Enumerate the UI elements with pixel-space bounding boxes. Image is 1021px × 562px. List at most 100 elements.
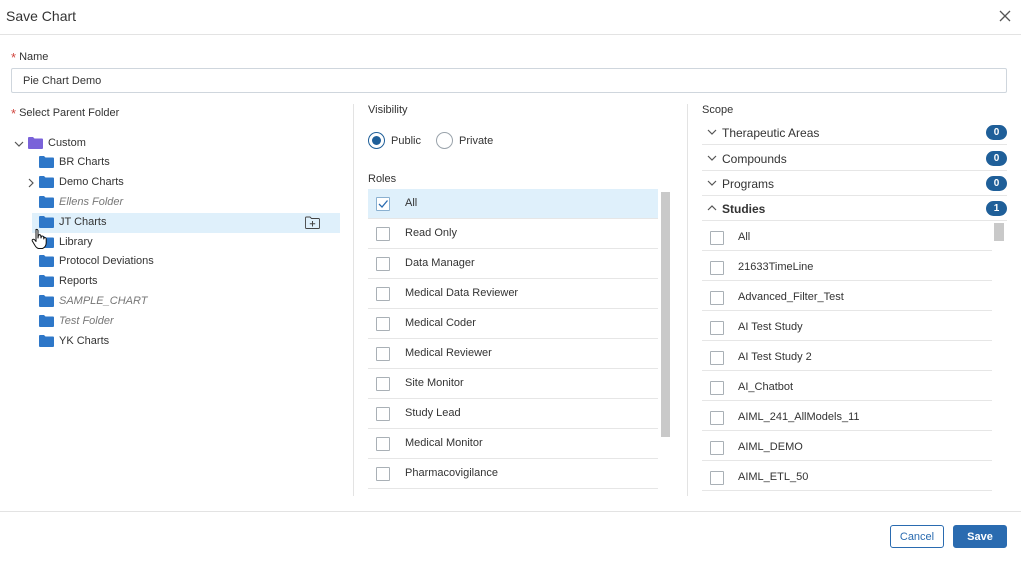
chevron-down-icon[interactable] (706, 126, 718, 138)
folder-icon (39, 334, 54, 347)
tree-item-custom[interactable]: Custom (10, 134, 340, 154)
study-checkbox[interactable] (710, 261, 724, 275)
name-label: * Name (11, 48, 49, 65)
tree-item-reports[interactable]: Reports (10, 272, 340, 292)
tree-item-demo-charts[interactable]: Demo Charts (10, 173, 340, 193)
role-label: Medical Reviewer (405, 347, 492, 359)
folder-icon (39, 155, 54, 168)
count-badge: 0 (986, 125, 1007, 140)
tree-item-ellens-folder[interactable]: Ellens Folder (10, 193, 340, 213)
role-checkbox[interactable] (376, 467, 390, 481)
role-checkbox[interactable] (376, 197, 390, 211)
dialog-title: Save Chart (6, 8, 77, 24)
study-row[interactable]: AIML_ETL_50 (702, 461, 992, 491)
name-label-text: Name (19, 51, 49, 63)
footer-divider (0, 511, 1021, 512)
chevron-down-icon[interactable] (706, 152, 718, 164)
count-badge: 1 (986, 201, 1007, 216)
study-row[interactable]: AI_Chatbot (702, 371, 992, 401)
study-checkbox[interactable] (710, 231, 724, 245)
scope-label: Scope (702, 104, 734, 116)
role-checkbox[interactable] (376, 347, 390, 361)
role-row-study-lead[interactable]: Study Lead (368, 399, 658, 429)
study-label: AI_Chatbot (738, 381, 794, 393)
study-row[interactable]: AIML_DEMO (702, 431, 992, 461)
study-row[interactable]: 21633TimeLine (702, 251, 992, 281)
study-checkbox[interactable] (710, 291, 724, 305)
tree-item-yk-charts[interactable]: YK Charts (10, 332, 340, 352)
study-checkbox[interactable] (710, 321, 724, 335)
role-row-medical-reviewer[interactable]: Medical Reviewer (368, 339, 658, 369)
role-row-medical-data-reviewer[interactable]: Medical Data Reviewer (368, 279, 658, 309)
save-button[interactable]: Save (953, 525, 1007, 548)
study-row[interactable]: AI Test Study (702, 311, 992, 341)
role-checkbox[interactable] (376, 407, 390, 421)
role-checkbox[interactable] (376, 257, 390, 271)
folder-icon (39, 215, 54, 228)
study-checkbox[interactable] (710, 471, 724, 485)
tree-item-library[interactable]: Library (10, 233, 340, 253)
study-checkbox[interactable] (710, 441, 724, 455)
dialog-header: Save Chart (0, 0, 1021, 35)
scope-section-programs[interactable]: Programs 0 (702, 171, 1007, 196)
study-label: 21633TimeLine (738, 261, 814, 273)
radio-public[interactable]: Public (368, 132, 421, 149)
chevron-right-icon[interactable] (25, 177, 37, 189)
radio-public-label: Public (391, 134, 421, 147)
role-label: Site Monitor (405, 377, 464, 389)
role-checkbox[interactable] (376, 227, 390, 241)
scope-section-studies[interactable]: Studies 1 (702, 196, 1007, 221)
studies-scrollbar[interactable] (994, 223, 1004, 241)
role-row-site-monitor[interactable]: Site Monitor (368, 369, 658, 399)
folder-icon (28, 136, 43, 149)
close-icon[interactable] (998, 9, 1012, 23)
study-label: AIML_DEMO (738, 441, 803, 453)
add-folder-icon[interactable] (305, 216, 320, 229)
role-label: Study Lead (405, 407, 461, 419)
radio-private[interactable]: Private (436, 132, 493, 149)
roles-scrollbar[interactable] (661, 192, 670, 437)
count-badge: 0 (986, 176, 1007, 191)
chevron-down-icon[interactable] (13, 138, 25, 150)
tree-item-test-folder[interactable]: Test Folder (10, 312, 340, 332)
radio-private-indicator[interactable] (436, 132, 453, 149)
cancel-button[interactable]: Cancel (890, 525, 944, 548)
tree-item-protocol-deviations[interactable]: Protocol Deviations (10, 252, 340, 272)
role-checkbox[interactable] (376, 437, 390, 451)
study-row[interactable]: AIML_241_AllModels_11 (702, 401, 992, 431)
radio-public-indicator[interactable] (368, 132, 385, 149)
tree-item-jt-charts[interactable]: JT Charts (32, 213, 340, 233)
role-checkbox[interactable] (376, 317, 390, 331)
role-row-data-manager[interactable]: Data Manager (368, 249, 658, 279)
role-row-read-only[interactable]: Read Only (368, 219, 658, 249)
roles-label: Roles (368, 173, 397, 185)
tree-item-label: Reports (59, 275, 98, 287)
role-row-medical-coder[interactable]: Medical Coder (368, 309, 658, 339)
role-row-all[interactable]: All (368, 189, 658, 219)
scope-section-label: Therapeutic Areas (722, 126, 820, 140)
study-row[interactable]: AI Test Study 2 (702, 341, 992, 371)
study-row[interactable]: Advanced_Filter_Test (702, 281, 992, 311)
role-checkbox[interactable] (376, 287, 390, 301)
study-label: AI Test Study (738, 321, 803, 333)
tree-item-sample-chart[interactable]: SAMPLE_CHART (10, 292, 340, 312)
study-checkbox[interactable] (710, 411, 724, 425)
tree-item-label: Demo Charts (59, 176, 124, 188)
name-input[interactable] (11, 68, 1007, 93)
study-checkbox[interactable] (710, 351, 724, 365)
chevron-up-icon[interactable] (706, 202, 718, 214)
scope-section-therapeutic-areas[interactable]: Therapeutic Areas 0 (702, 120, 1007, 145)
study-checkbox[interactable] (710, 381, 724, 395)
scope-section-compounds[interactable]: Compounds 0 (702, 146, 1007, 171)
tree-item-br-charts[interactable]: BR Charts (10, 153, 340, 173)
roles-list: All Read Only Data Manager Medical Data … (368, 189, 658, 491)
scope-section-label: Programs (722, 177, 775, 191)
study-row[interactable]: All (702, 221, 992, 251)
count-badge: 0 (986, 151, 1007, 166)
role-row-medical-monitor[interactable]: Medical Monitor (368, 429, 658, 459)
chevron-down-icon[interactable] (706, 177, 718, 189)
role-checkbox[interactable] (376, 377, 390, 391)
role-row-pharmacovigilance[interactable]: Pharmacovigilance (368, 459, 658, 489)
role-label: Medical Coder (405, 317, 476, 329)
tree-item-label: SAMPLE_CHART (59, 295, 148, 307)
